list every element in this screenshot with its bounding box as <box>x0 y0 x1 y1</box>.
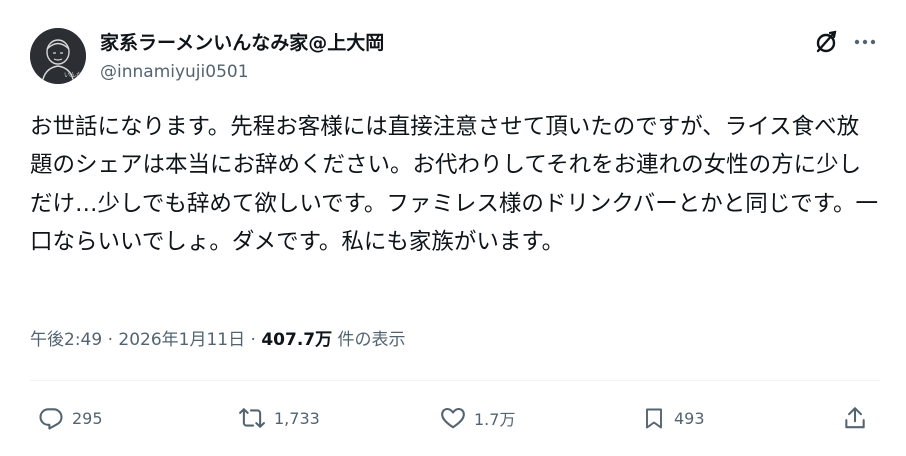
meta-separator: · <box>250 330 256 350</box>
reply-button[interactable]: 295 <box>38 400 103 436</box>
more-options-button[interactable] <box>850 28 880 56</box>
retweet-button[interactable]: 1,733 <box>238 400 320 436</box>
bookmark-button[interactable]: 493 <box>642 400 705 436</box>
tweet-meta: 午後2:49 · 2026年1月11日 · 407.7万 件の表示 <box>30 325 406 350</box>
grok-button[interactable] <box>812 28 840 56</box>
tweet-card: いんなみ家 家系ラーメンいんなみ家@上大岡 @innamiyuji0501 お世… <box>0 0 906 456</box>
avatar-illustration: いんなみ家 <box>30 28 86 84</box>
meta-separator: · <box>107 330 113 350</box>
tweet-date[interactable]: 2026年1月11日 <box>118 330 245 350</box>
heart-icon <box>441 407 465 429</box>
author-display-name[interactable]: 家系ラーメンいんなみ家@上大岡 <box>100 28 384 55</box>
more-icon <box>854 39 876 45</box>
share-button[interactable] <box>842 400 868 436</box>
views-count[interactable]: 407.7万 <box>261 330 332 350</box>
retweet-count: 1,733 <box>274 408 320 428</box>
retweet-icon <box>239 408 265 428</box>
tweet-time[interactable]: 午後2:49 <box>30 330 102 350</box>
like-button[interactable]: 1.7万 <box>440 400 515 436</box>
avatar[interactable]: いんなみ家 <box>30 28 86 84</box>
share-icon <box>845 407 865 429</box>
divider <box>30 380 880 381</box>
tweet-text: お世話になります。先程お客様には直接注意させて頂いたのですが、ライス食べ放題のシ… <box>30 114 879 255</box>
bookmark-count: 493 <box>674 408 705 428</box>
avatar-logo-text: いんなみ家 <box>64 71 86 79</box>
grok-icon <box>816 30 837 53</box>
bookmark-icon <box>646 408 662 429</box>
author-handle[interactable]: @innamiyuji0501 <box>100 62 249 82</box>
reply-count: 295 <box>72 408 103 428</box>
views-label: 件の表示 <box>337 330 406 350</box>
reply-icon <box>39 408 63 430</box>
like-count: 1.7万 <box>474 410 516 429</box>
